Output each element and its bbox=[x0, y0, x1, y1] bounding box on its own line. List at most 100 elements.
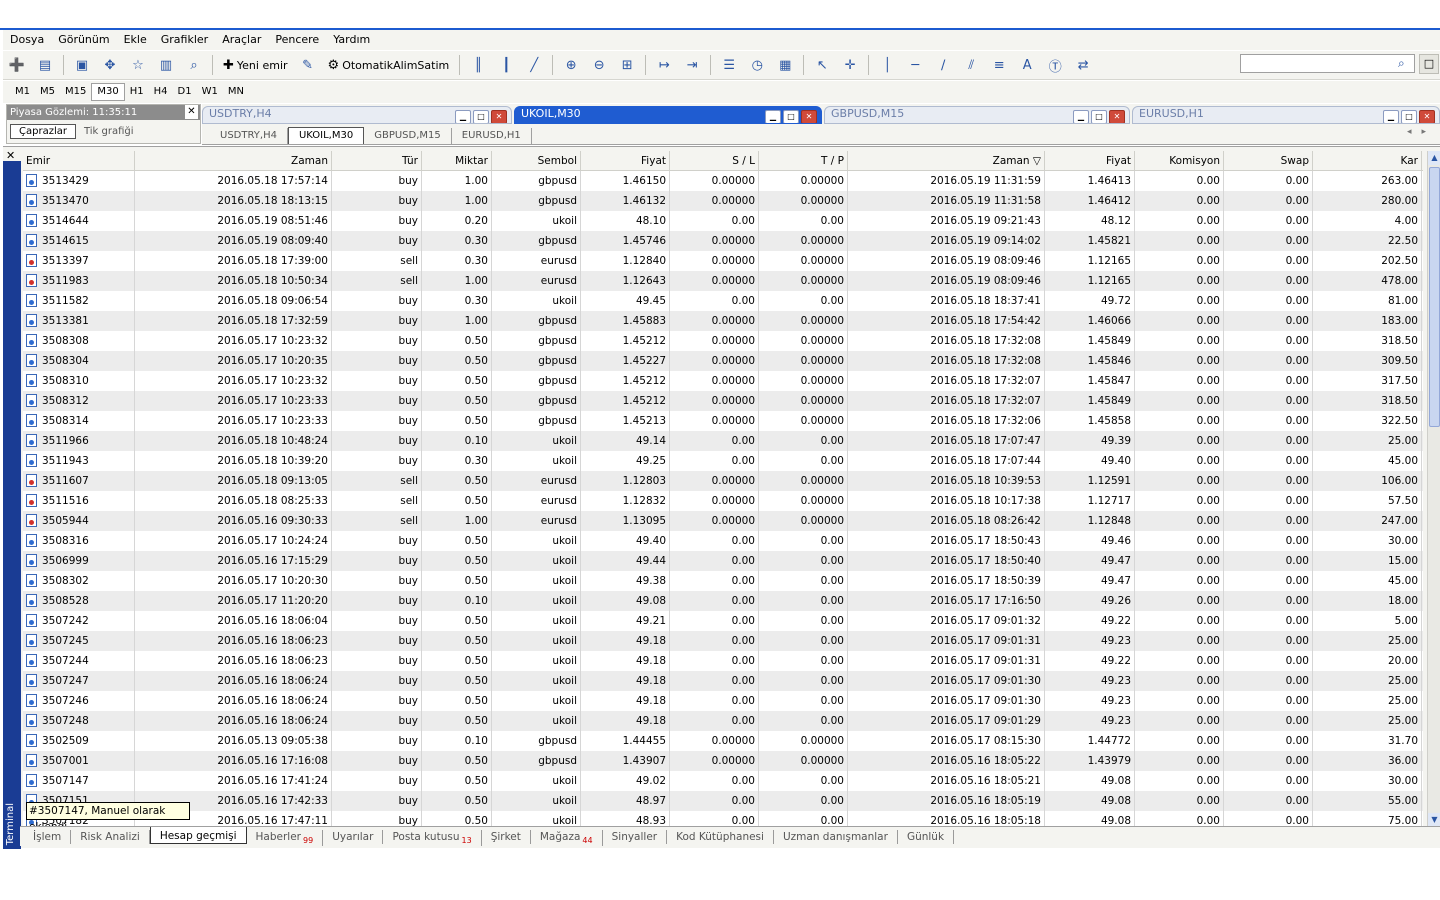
equidistant-channel-icon[interactable]: ⫽ bbox=[959, 54, 983, 76]
terminal-tab[interactable]: Risk Analizi bbox=[71, 830, 150, 844]
metaeditor-icon[interactable]: ✎ bbox=[296, 54, 320, 76]
vertical-line-icon[interactable]: │ bbox=[875, 54, 899, 76]
terminal-tab[interactable]: Posta kutusu 13 bbox=[383, 830, 482, 846]
cursor-icon[interactable]: ↖ bbox=[810, 54, 834, 76]
table-row[interactable]: 3511966 2016.05.18 10:48:24 buy 0.10 ukoil 49… bbox=[23, 431, 1423, 451]
navigator-icon[interactable]: ✥ bbox=[98, 54, 122, 76]
new-chart-icon[interactable]: ➕ bbox=[5, 54, 29, 76]
terminal-icon[interactable]: ▥ bbox=[154, 54, 178, 76]
column-header[interactable]: Tür bbox=[332, 151, 422, 171]
timeframe-button[interactable]: M1 bbox=[10, 84, 35, 100]
menu-item[interactable]: Görünüm bbox=[51, 30, 116, 50]
timeframe-button[interactable]: MN bbox=[223, 84, 249, 100]
table-row[interactable]: 3507248 2016.05.16 18:06:24 buy 0.50 ukoil 49… bbox=[23, 711, 1423, 731]
scroll-down-icon[interactable]: ▼ bbox=[1428, 813, 1440, 827]
column-header[interactable]: Kar bbox=[1313, 151, 1422, 171]
close-icon[interactable]: ✕ bbox=[185, 105, 198, 119]
terminal-tab[interactable]: İşlem bbox=[24, 830, 72, 844]
scroll-up-icon[interactable]: ▲ bbox=[1428, 151, 1440, 165]
table-row[interactable]: 3507246 2016.05.16 18:06:24 buy 0.50 ukoil 49… bbox=[23, 691, 1423, 711]
close-icon[interactable]: ✕ bbox=[1419, 110, 1435, 123]
maximize-icon[interactable]: □ bbox=[783, 110, 799, 123]
terminal-tab[interactable]: Kod Kütüphanesi bbox=[667, 830, 774, 844]
terminal-tab[interactable]: Sinyaller bbox=[603, 830, 668, 844]
column-header[interactable]: Fiyat bbox=[1045, 151, 1135, 171]
terminal-tab[interactable]: Uyarılar bbox=[323, 830, 384, 844]
timeframe-button[interactable]: M15 bbox=[60, 84, 91, 100]
close-icon[interactable]: ✕ bbox=[801, 110, 817, 123]
menu-item[interactable]: Dosya bbox=[3, 30, 51, 50]
indicators-icon[interactable]: ☰ bbox=[717, 54, 741, 76]
menu-item[interactable]: Yardım bbox=[326, 30, 377, 50]
table-row[interactable]: 35071822016.05.16 17:47:11buy0.50ukoil48… bbox=[23, 811, 1423, 827]
maximize-icon[interactable]: □ bbox=[1401, 110, 1417, 123]
table-row[interactable]: 3507147 2016.05.16 17:41:24 buy 0.50 ukoil 49… bbox=[23, 771, 1423, 791]
arrows-icon[interactable]: ⇄ bbox=[1071, 54, 1095, 76]
chart-tab[interactable]: GBPUSD,M15 bbox=[364, 128, 452, 144]
text-icon[interactable]: A bbox=[1015, 54, 1039, 76]
search-icon[interactable]: ⌕ bbox=[1398, 56, 1405, 71]
table-row[interactable]: 3508308 2016.05.17 10:23:32 buy 0.50 gbpusd 1… bbox=[23, 331, 1423, 351]
chart-window-title[interactable]: UKOIL,M30 ▁ □ ✕ bbox=[514, 106, 822, 124]
terminal-tab[interactable]: Hesap geçmişi bbox=[149, 827, 247, 844]
table-row[interactable]: 3506999 2016.05.16 17:15:29 buy 0.50 ukoil 49… bbox=[23, 551, 1423, 571]
table-row[interactable]: 3507247 2016.05.16 18:06:24 buy 0.50 ukoil 49… bbox=[23, 671, 1423, 691]
candlestick-icon[interactable]: ┃ bbox=[494, 54, 518, 76]
table-row[interactable]: 3507244 2016.05.16 18:06:23 buy 0.50 ukoil 49… bbox=[23, 651, 1423, 671]
table-row[interactable]: 3513470 2016.05.18 18:13:15 buy 1.00 gbpusd 1… bbox=[23, 191, 1423, 211]
terminal-tab[interactable]: Günlük bbox=[898, 830, 955, 844]
auto-scroll-icon[interactable]: ↦ bbox=[652, 54, 676, 76]
table-row[interactable]: 3511607 2016.05.18 09:13:05 sell 0.50 eurusd… bbox=[23, 471, 1423, 491]
table-row[interactable]: 3508314 2016.05.17 10:23:33 buy 0.50 gbpusd 1… bbox=[23, 411, 1423, 431]
column-header[interactable]: Miktar bbox=[422, 151, 492, 171]
table-row[interactable]: 3513381 2016.05.18 17:32:59 buy 1.00 gbpusd 1… bbox=[23, 311, 1423, 331]
terminal-tab[interactable]: Şirket bbox=[482, 830, 531, 844]
close-icon[interactable]: ✕ bbox=[491, 110, 507, 123]
minimize-icon[interactable]: ▁ bbox=[765, 110, 781, 123]
profiles-icon[interactable]: ▤ bbox=[33, 54, 57, 76]
chart-tab[interactable]: UKOIL,M30 bbox=[287, 127, 365, 144]
column-header[interactable]: Zaman ▽ bbox=[848, 151, 1045, 171]
timeframe-button[interactable]: H4 bbox=[149, 84, 173, 100]
terminal-tab[interactable]: Uzman danışmanlar bbox=[774, 830, 898, 844]
chart-tab-scroll-arrows[interactable]: ◂▸ bbox=[1407, 127, 1436, 137]
table-row[interactable]: 3508310 2016.05.17 10:23:32 buy 0.50 gbpusd 1… bbox=[23, 371, 1423, 391]
minimize-icon[interactable]: ▁ bbox=[455, 110, 471, 123]
table-row[interactable]: 3511983 2016.05.18 10:50:34 sell 1.00 eurusd… bbox=[23, 271, 1423, 291]
market-watch-icon[interactable]: ▣ bbox=[70, 54, 94, 76]
menu-item[interactable]: Pencere bbox=[268, 30, 326, 50]
market-watch-tab[interactable]: Çaprazlar bbox=[10, 124, 76, 139]
table-row[interactable]: 3507001 2016.05.16 17:16:08 buy 0.50 gbpusd 1… bbox=[23, 751, 1423, 771]
minimize-icon[interactable]: ▁ bbox=[1073, 110, 1089, 123]
table-row[interactable]: 3511516 2016.05.18 08:25:33 sell 0.50 eurusd… bbox=[23, 491, 1423, 511]
timeframe-button[interactable]: W1 bbox=[197, 84, 223, 100]
market-watch-tab[interactable]: Tik grafiği bbox=[76, 125, 142, 138]
column-header[interactable]: S / L bbox=[670, 151, 759, 171]
table-row[interactable]: 3505944 2016.05.16 09:30:33 sell 1.00 eurusd… bbox=[23, 511, 1423, 531]
timeframe-button[interactable]: D1 bbox=[173, 84, 197, 100]
table-row[interactable]: 3507242 2016.05.16 18:06:04 buy 0.50 ukoil 49… bbox=[23, 611, 1423, 631]
tester-icon[interactable]: ⌕ bbox=[182, 54, 206, 76]
table-row[interactable]: 3511582 2016.05.18 09:06:54 buy 0.30 ukoil 49… bbox=[23, 291, 1423, 311]
timeframe-button[interactable]: H1 bbox=[125, 84, 149, 100]
column-header[interactable]: Emir bbox=[23, 151, 135, 171]
table-row[interactable]: 3502509 2016.05.13 09:05:38 buy 0.10 gbpusd 1… bbox=[23, 731, 1423, 751]
column-header[interactable]: Komisyon bbox=[1135, 151, 1224, 171]
terminal-tab[interactable]: Mağaza 44 bbox=[531, 830, 603, 846]
horizontal-line-icon[interactable]: ─ bbox=[903, 54, 927, 76]
chart-tab[interactable]: USDTRY,H4 bbox=[210, 128, 288, 144]
column-header[interactable]: T / P bbox=[759, 151, 848, 171]
minimize-icon[interactable]: ▁ bbox=[1383, 110, 1399, 123]
chart-window-title[interactable]: GBPUSD,M15 ▁ □ ✕ bbox=[824, 106, 1130, 124]
column-header[interactable]: Sembol bbox=[492, 151, 581, 171]
chart-shift-icon[interactable]: ⇥ bbox=[680, 54, 704, 76]
trendline-icon[interactable]: ∕ bbox=[931, 54, 955, 76]
fibonacci-icon[interactable]: ≡ bbox=[987, 54, 1011, 76]
timeframe-button[interactable]: M5 bbox=[35, 84, 60, 100]
table-row[interactable]: 3513397 2016.05.18 17:39:00 sell 0.30 eurusd… bbox=[23, 251, 1423, 271]
table-row[interactable]: 3507245 2016.05.16 18:06:23 buy 0.50 ukoil 49… bbox=[23, 631, 1423, 651]
zoom-out-icon[interactable]: ⊖ bbox=[587, 54, 611, 76]
terminal-tab[interactable]: Haberler 99 bbox=[247, 830, 324, 846]
periods-clock-icon[interactable]: ◷ bbox=[745, 54, 769, 76]
table-row[interactable]: 3508528 2016.05.17 11:20:20 buy 0.10 ukoil 49… bbox=[23, 591, 1423, 611]
